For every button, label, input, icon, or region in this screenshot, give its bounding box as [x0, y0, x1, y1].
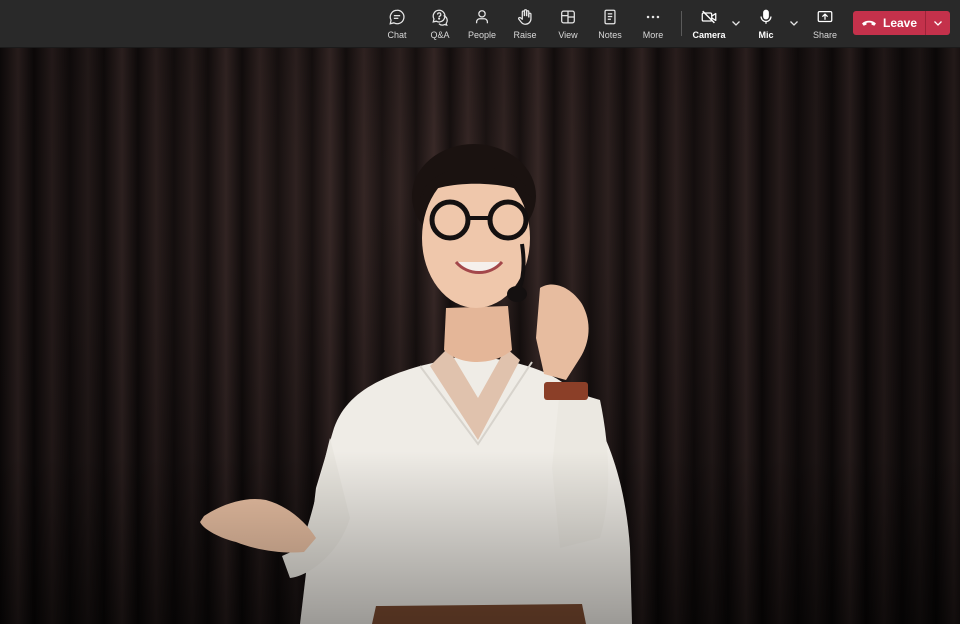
raise-button[interactable]: Raise — [511, 0, 539, 47]
view-button[interactable]: View — [554, 0, 582, 47]
people-icon — [475, 9, 489, 23]
chat-icon — [389, 9, 405, 25]
notes-icon — [604, 9, 616, 24]
view-icon — [561, 10, 575, 23]
leave-button-group: Leave — [853, 11, 950, 35]
video-shade — [0, 48, 960, 624]
video-stage — [0, 48, 960, 624]
qa-label: Q&A — [430, 29, 450, 40]
mic-options-button[interactable] — [788, 17, 800, 29]
chevron-down-icon — [934, 21, 942, 26]
hang-up-icon — [861, 20, 876, 26]
share-label: Share — [812, 29, 838, 40]
toolbar-divider — [681, 11, 682, 36]
share-icon — [817, 10, 833, 22]
notes-button[interactable]: Notes — [596, 0, 624, 47]
view-label: View — [558, 29, 578, 40]
chevron-down-icon — [732, 21, 740, 26]
camera-label: Camera — [692, 29, 726, 40]
people-label: People — [467, 29, 497, 40]
meeting-toolbar: Chat Q&A People Raise View Notes More Ca… — [0, 0, 960, 48]
mic-icon — [760, 9, 772, 24]
leave-label: Leave — [882, 16, 918, 30]
more-button[interactable]: More — [639, 0, 667, 47]
camera-off-icon — [701, 10, 717, 23]
chat-label: Chat — [387, 29, 407, 40]
raise-label: Raise — [513, 29, 537, 40]
people-button[interactable]: People — [466, 0, 498, 47]
mic-label: Mic — [758, 29, 774, 40]
qa-icon — [432, 9, 448, 26]
camera-button[interactable]: Camera — [690, 0, 728, 47]
chevron-down-icon — [790, 21, 798, 26]
notes-label: Notes — [598, 29, 622, 40]
chat-button[interactable]: Chat — [383, 0, 411, 47]
mic-button[interactable]: Mic — [752, 0, 780, 47]
more-icon — [646, 15, 660, 18]
raise-hand-icon — [517, 8, 532, 25]
more-label: More — [642, 29, 664, 40]
camera-options-button[interactable] — [730, 17, 742, 29]
leave-options-button[interactable] — [926, 11, 950, 35]
leave-button[interactable]: Leave — [853, 11, 925, 35]
share-button[interactable]: Share — [810, 0, 840, 47]
qa-button[interactable]: Q&A — [426, 0, 454, 47]
